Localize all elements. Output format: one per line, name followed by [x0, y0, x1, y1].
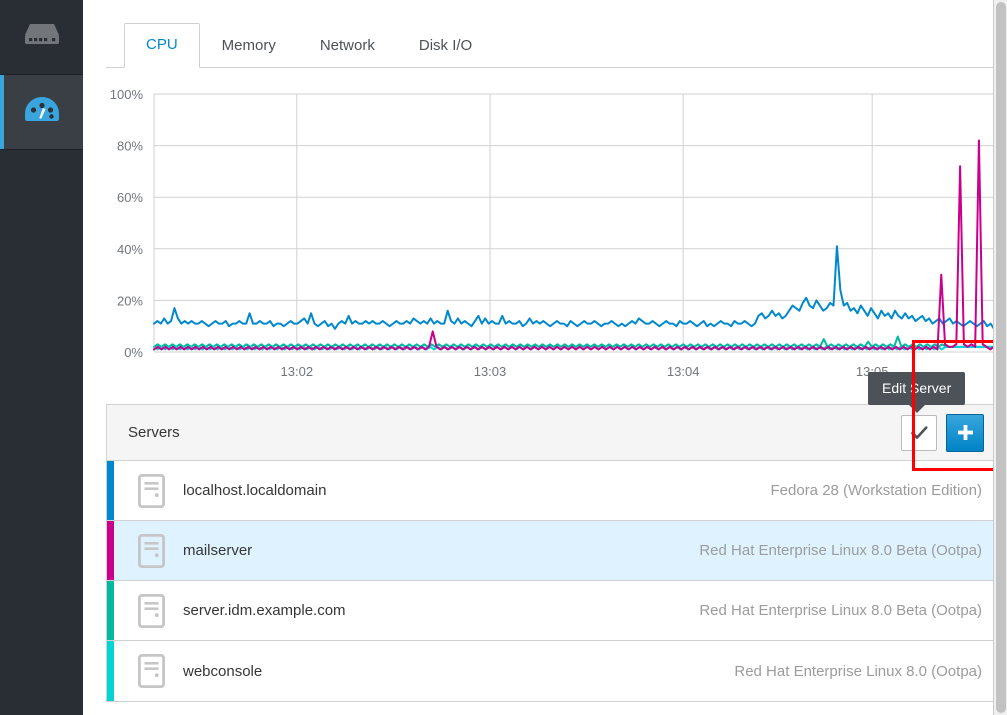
server-tower-icon	[136, 473, 166, 508]
y-axis-tick-label: 0%	[124, 345, 143, 360]
server-os: Fedora 28 (Workstation Edition)	[770, 482, 983, 499]
tab-network[interactable]: Network	[298, 24, 397, 68]
main-content: CPU Memory Network Disk I/O 0% 20% 40% 60% 8…	[83, 0, 1007, 715]
server-tower-icon	[136, 593, 166, 628]
x-axis-tick-label: 13:03	[474, 364, 507, 379]
servers-header-actions	[901, 413, 984, 452]
chart-line-series	[153, 139, 995, 351]
server-color-bar	[107, 521, 114, 580]
server-color-bar	[107, 641, 114, 701]
y-axis-tick-label: 80%	[117, 139, 143, 154]
server-rack-icon	[22, 22, 62, 53]
tab-bar: CPU Memory Network Disk I/O	[106, 22, 1001, 68]
server-row[interactable]: webconsole Red Hat Enterprise Linux 8.0 (…	[107, 641, 1000, 701]
cpu-chart-svg: 0%20%40%60%80%100% 13:0213:0313:0413:05	[110, 87, 995, 379]
edit-server-button[interactable]	[901, 414, 937, 451]
edit-server-tooltip: Edit Server	[868, 372, 966, 413]
server-row[interactable]: mailserver Red Hat Enterprise Linux 8.0 B…	[107, 521, 1000, 581]
check-icon	[910, 425, 927, 439]
chart-x-axis-labels: 13:0213:0313:0413:05	[281, 364, 889, 379]
x-axis-tick-label: 13:02	[281, 364, 314, 379]
y-axis-tick-label: 60%	[117, 190, 143, 205]
servers-header: Servers	[107, 405, 1000, 461]
server-name: mailserver	[183, 542, 253, 559]
server-os: Red Hat Enterprise Linux 8.0 (Ootpa)	[734, 662, 982, 680]
y-axis-tick-label: 40%	[117, 242, 143, 257]
server-os: Red Hat Enterprise Linux 8.0 Beta (Ootpa…	[699, 602, 982, 619]
server-tower-icon	[136, 533, 166, 568]
chart-y-axis-labels: 0% 20% 40% 60% 80% 100%	[110, 87, 144, 360]
cpu-chart: 0%20%40%60%80%100% 13:0213:0313:0413:05	[106, 80, 1001, 395]
page-scrollbar[interactable]	[993, 0, 1007, 715]
sidebar	[0, 0, 83, 715]
tab-cpu[interactable]: CPU	[124, 23, 200, 68]
chart-line-series	[153, 245, 995, 330]
sidebar-item-servers[interactable]	[0, 0, 83, 75]
y-axis-tick-label: 20%	[117, 293, 143, 308]
server-name: webconsole	[183, 662, 263, 680]
server-name: server.idm.example.com	[183, 602, 346, 619]
server-name: localhost.localdomain	[183, 482, 327, 499]
y-axis-tick-label: 100%	[110, 87, 144, 102]
server-color-bar	[107, 581, 114, 640]
chart-line-series	[153, 335, 995, 348]
x-axis-tick-label: 13:04	[667, 364, 700, 379]
servers-list: localhost.localdomain Fedora 28 (Workstat…	[107, 461, 1000, 701]
servers-panel: Servers localhost.localdomain Fedora 28 …	[106, 404, 1001, 702]
server-row[interactable]: localhost.localdomain Fedora 28 (Workstat…	[107, 461, 1000, 521]
plus-icon	[957, 425, 973, 440]
content-frame: CPU Memory Network Disk I/O 0% 20% 40% 60% 8…	[106, 8, 1007, 708]
app-window: CPU Memory Network Disk I/O 0% 20% 40% 60% 8…	[0, 0, 1007, 715]
server-row[interactable]: server.idm.example.com Red Hat Enterprise…	[107, 581, 1000, 641]
chart-series	[153, 139, 995, 351]
server-tower-icon	[136, 654, 166, 688]
servers-title: Servers	[128, 424, 180, 441]
add-server-button[interactable]	[946, 413, 984, 452]
sidebar-item-dashboard[interactable]	[0, 75, 83, 150]
server-os: Red Hat Enterprise Linux 8.0 Beta (Ootpa…	[699, 542, 982, 559]
dashboard-gauge-icon	[24, 95, 60, 130]
tab-memory[interactable]: Memory	[200, 24, 298, 68]
tab-disk-io[interactable]: Disk I/O	[397, 24, 494, 68]
page-scrollbar-thumb[interactable]	[996, 2, 1006, 713]
server-color-bar	[107, 461, 114, 520]
